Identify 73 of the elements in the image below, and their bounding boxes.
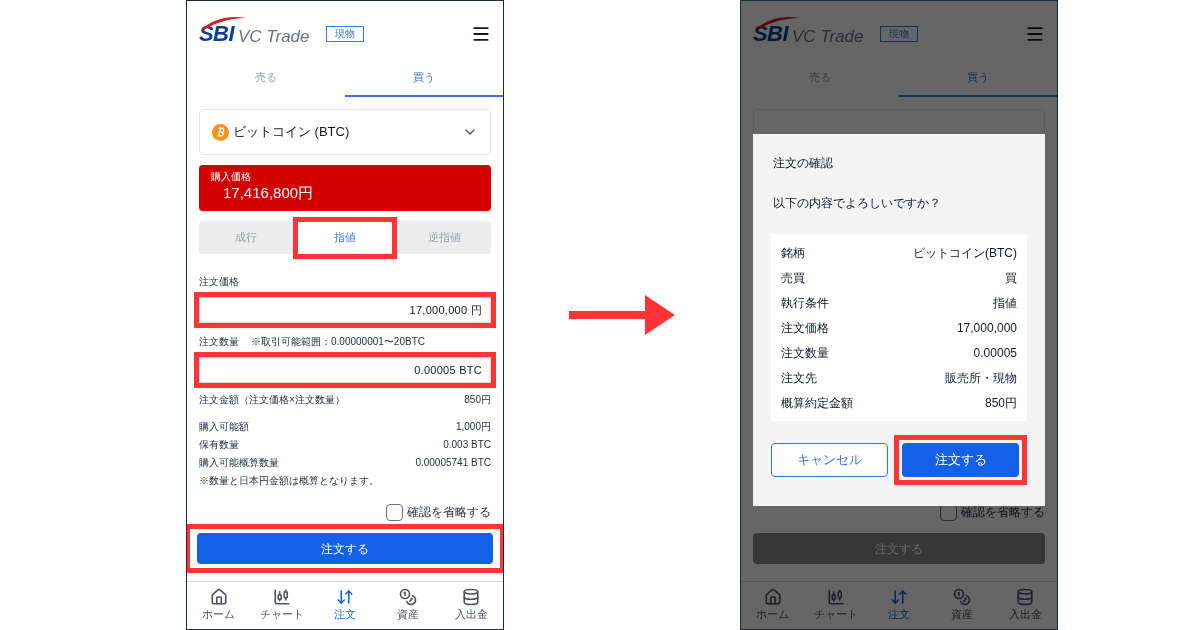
database-icon (462, 588, 481, 607)
summary-label: 概算約定金額 (781, 394, 853, 412)
arrows-icon (336, 588, 354, 607)
dialog-message: 以下の内容でよろしいですか？ (773, 195, 942, 212)
info-label: 購入可能概算数量 (199, 456, 279, 470)
candlestick-icon (826, 588, 845, 607)
summary-value: 買 (1005, 269, 1017, 287)
coins-icon (399, 588, 418, 607)
field-label: 注文価格 (199, 275, 240, 289)
spot-badge: 現物 (879, 25, 918, 43)
note-text: ※数量と日本円金額は概算となります。 (199, 474, 380, 488)
input-field[interactable]: 0.00005 BTC (199, 357, 491, 383)
coins-icon (953, 588, 972, 607)
confirm-button[interactable]: 注文する (902, 443, 1019, 477)
spot-badge: 現物 (325, 25, 364, 43)
logo-brand: SBI (199, 23, 235, 45)
info-value: 0.003 BTC (443, 438, 491, 452)
summary-label: 銘柄 (781, 244, 805, 262)
nav-tab[interactable]: 注文 (867, 582, 931, 629)
candlestick-icon (272, 588, 291, 607)
checkbox[interactable] (386, 503, 403, 521)
checkbox-label: 確認を省略する (407, 504, 491, 521)
trade-tab[interactable]: 買う (345, 59, 503, 97)
trade-tab[interactable]: 買う (899, 59, 1057, 97)
field-label: 注文数量 (199, 335, 239, 349)
bitcoin-icon (212, 123, 229, 141)
summary-value: 指値 (993, 294, 1017, 312)
nav-tab[interactable]: チャート (804, 582, 868, 629)
house-icon (209, 588, 228, 607)
nav-tab[interactable]: 入出金 (993, 582, 1057, 629)
range-hint: ※取引可能範囲：0.00000001〜20BTC (251, 335, 425, 349)
summary-value: 販売所・現物 (945, 369, 1017, 387)
nav-tab[interactable]: 注文 (313, 582, 377, 629)
order-type-tab[interactable]: 指値 (298, 221, 392, 254)
checkbox-label: 確認を省略する (961, 504, 1045, 521)
amount-label: 注文金額（注文価格×注文数量） (199, 393, 345, 407)
summary-value: 850円 (984, 394, 1017, 412)
amount-value: 850円 (464, 393, 491, 407)
nav-tab[interactable]: 入出金 (439, 582, 503, 629)
nav-tab[interactable]: チャート (250, 582, 314, 629)
summary-label: 売買 (781, 269, 805, 287)
dialog-title: 注文の確認 (773, 155, 834, 172)
banner-label: 購入価格 (211, 171, 252, 184)
info-label: 購入可能額 (199, 420, 249, 434)
nav-tab[interactable]: 資産 (376, 582, 440, 629)
right-arrow-icon (569, 293, 675, 337)
trade-tab[interactable]: 売る (187, 59, 345, 97)
nav-tab[interactable]: ホーム (187, 582, 251, 629)
summary-label: 注文数量 (781, 344, 829, 362)
logo-product: VC Trade (792, 28, 864, 45)
database-icon (1016, 588, 1035, 607)
coin-select[interactable]: ビットコイン (BTC) (199, 109, 491, 155)
info-label: 保有数量 (199, 438, 239, 452)
summary-label: 執行条件 (781, 294, 829, 312)
order-button[interactable]: 注文する (197, 533, 493, 564)
info-value: 0.00005741 BTC (415, 456, 491, 470)
summary-value: 17,000,000 (956, 319, 1017, 337)
summary-value: 0.00005 (973, 344, 1017, 362)
menu-icon[interactable] (471, 24, 491, 44)
house-icon (763, 588, 782, 607)
info-value: 1,000円 (455, 420, 491, 434)
logo-brand: SBI (753, 23, 789, 45)
nav-tab[interactable]: 資産 (930, 582, 994, 629)
cancel-button[interactable]: キャンセル (771, 443, 888, 477)
summary-value: ビットコイン(BTC) (913, 244, 1017, 262)
summary-label: 注文先 (781, 369, 817, 387)
summary-label: 注文価格 (781, 319, 829, 337)
input-field[interactable]: 17,000,000 円 (199, 297, 491, 323)
arrows-icon (890, 588, 908, 607)
logo-product: VC Trade (238, 28, 310, 45)
banner-price: 17,416,800円 (223, 183, 315, 203)
coin-label: ビットコイン (BTC) (233, 123, 350, 142)
nav-tab[interactable]: ホーム (741, 582, 805, 629)
